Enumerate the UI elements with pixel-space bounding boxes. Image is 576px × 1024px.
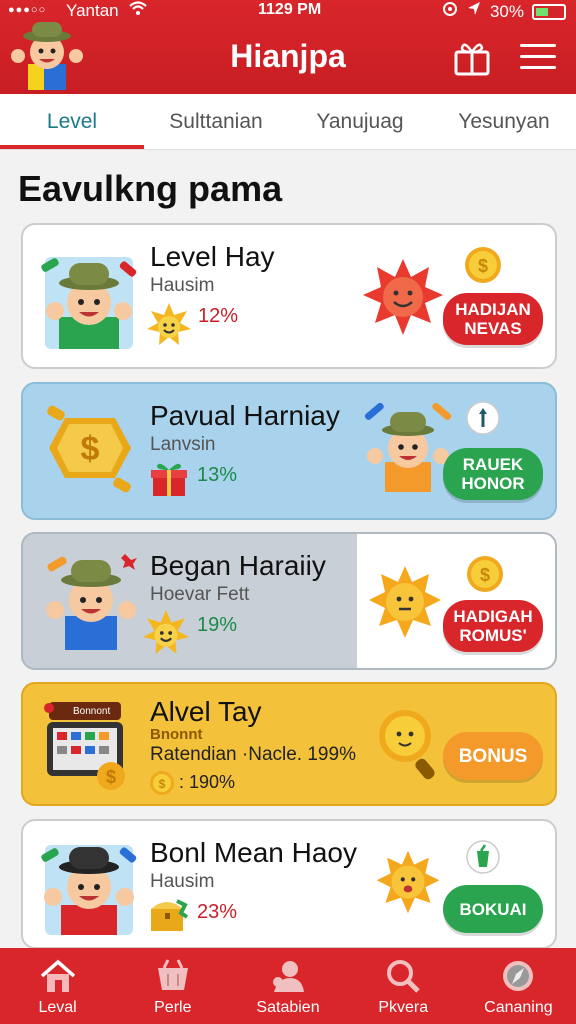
mascot-avatar-icon bbox=[364, 402, 452, 492]
nav-label: Cananing bbox=[484, 999, 553, 1016]
gift-icon[interactable] bbox=[452, 40, 492, 76]
wifi-icon bbox=[128, 0, 148, 20]
nav-item-pkvera[interactable]: Pkvera bbox=[346, 948, 461, 1024]
nav-item-leval[interactable]: Leval bbox=[0, 948, 115, 1024]
battery-percent: 30% bbox=[489, 1, 524, 21]
status-time: 1129 PM bbox=[258, 1, 322, 18]
tab-yesunyan[interactable]: Yesunyan bbox=[432, 94, 576, 149]
battery-icon bbox=[532, 3, 566, 20]
tab-level[interactable]: Level bbox=[0, 94, 144, 149]
status-bar: ●●●○○ Yantan 1129 PM 30% bbox=[0, 0, 576, 24]
bokuai-button[interactable]: BOKUAI bbox=[443, 885, 543, 933]
bonus-button[interactable]: BONUS bbox=[443, 732, 543, 780]
location-icon bbox=[466, 1, 482, 22]
cup-icon bbox=[466, 840, 500, 874]
tab-bar: Level Sulttanian Yanujuag Yesunyan bbox=[0, 94, 576, 150]
search-icon bbox=[387, 960, 420, 993]
level-card[interactable]: Began Haraiiy Hoevar Fett 19% $ HADIGAH … bbox=[21, 532, 557, 670]
menu-icon[interactable] bbox=[520, 44, 556, 72]
sun-face-icon bbox=[143, 610, 189, 654]
tab-yanujuag[interactable]: Yanujuag bbox=[288, 94, 432, 149]
mascot-avatar-icon bbox=[41, 845, 137, 935]
card-subtitle: Hoevar Fett bbox=[150, 584, 250, 605]
svg-text:$: $ bbox=[159, 777, 166, 791]
nav-item-perle[interactable]: Perle bbox=[115, 948, 230, 1024]
mascot-avatar-icon bbox=[41, 257, 137, 349]
card-subtitle: Ratendian ·Nacle. 199% bbox=[150, 744, 356, 765]
coin-icon: $ bbox=[150, 771, 174, 795]
svg-text:$: $ bbox=[106, 767, 116, 787]
tab-sulttanian[interactable]: Sulttanian bbox=[144, 94, 288, 149]
card-percent: 19% bbox=[197, 614, 238, 636]
app-header: ●●●○○ Yantan 1129 PM 30% Hianjpa bbox=[0, 0, 576, 94]
section-title: Eavulkng pama bbox=[18, 168, 283, 209]
compass-icon bbox=[503, 961, 534, 991]
rauek-honor-button[interactable]: RAUEK HONOR bbox=[443, 448, 543, 500]
card-title: Began Haraiiy bbox=[150, 550, 326, 581]
card-subtitle: Hausim bbox=[150, 871, 215, 892]
hadigah-romus-button[interactable]: HADIGAH ROMUS' bbox=[443, 600, 543, 652]
nav-label: Leval bbox=[38, 999, 77, 1016]
nav-item-cananing[interactable]: Cananing bbox=[461, 948, 576, 1024]
hadijan-nevas-button[interactable]: HADIJAN NEVAS bbox=[443, 293, 543, 345]
treasure-chest-icon bbox=[151, 899, 189, 931]
basket-icon bbox=[157, 959, 188, 990]
badge-label: Bonnont bbox=[73, 706, 111, 717]
magnifier-face-icon bbox=[379, 710, 435, 780]
level-card[interactable]: $ Pavual Harniay Lanvsin 13% RAUEK HONOR bbox=[21, 382, 557, 520]
svg-text:$: $ bbox=[81, 430, 100, 468]
card-title: Pavual Harniay bbox=[150, 400, 340, 431]
red-sun-icon bbox=[363, 259, 443, 335]
user-icon bbox=[273, 961, 304, 992]
card-title: Bonl Mean Haoy bbox=[150, 837, 358, 868]
card-title: Level Hay bbox=[150, 241, 275, 272]
level-card[interactable]: Bonl Mean Haoy Hausim 23% BOKUAI bbox=[21, 819, 557, 949]
card-percent: 12% bbox=[198, 305, 239, 327]
card-subtitle: Hausim bbox=[150, 275, 215, 296]
mascot-avatar-icon bbox=[46, 554, 137, 650]
card-percent: 13% bbox=[197, 464, 238, 486]
info-icon bbox=[466, 401, 500, 435]
sun-face-icon bbox=[376, 850, 440, 914]
money-bag-icon: $ bbox=[47, 405, 131, 493]
card-title: Alvel Tay bbox=[150, 696, 262, 727]
nav-label: Pkvera bbox=[378, 999, 429, 1016]
nav-item-satabien[interactable]: Satabien bbox=[230, 948, 345, 1024]
nav-label: Satabien bbox=[256, 999, 320, 1016]
level-card[interactable]: $ Bonnont Alvel Tay Bnonnt Ratendian ·Na… bbox=[21, 682, 557, 806]
svg-text:$: $ bbox=[480, 565, 490, 585]
card-subtitle: Lanvsin bbox=[150, 434, 216, 455]
level-card[interactable]: Level Hay Hausim 12% $ HADIJAN NEVAS bbox=[21, 223, 557, 369]
svg-text:$: $ bbox=[478, 256, 488, 276]
card-percent: 23% bbox=[197, 901, 238, 923]
gift-box-icon bbox=[151, 463, 187, 496]
bottom-nav: Leval Perle Satabien Pkvera Cananing bbox=[0, 948, 576, 1024]
sun-face-icon bbox=[147, 303, 191, 345]
nav-label: Perle bbox=[154, 999, 192, 1016]
card-subtitle-small: Bnonnt bbox=[150, 726, 203, 743]
card-percent: : 190% bbox=[179, 772, 236, 792]
coin-icon: $ bbox=[465, 247, 501, 283]
home-icon bbox=[40, 959, 75, 992]
sun-face-icon bbox=[369, 566, 441, 638]
coin-icon: $ bbox=[467, 556, 503, 592]
alarm-icon bbox=[442, 1, 458, 22]
